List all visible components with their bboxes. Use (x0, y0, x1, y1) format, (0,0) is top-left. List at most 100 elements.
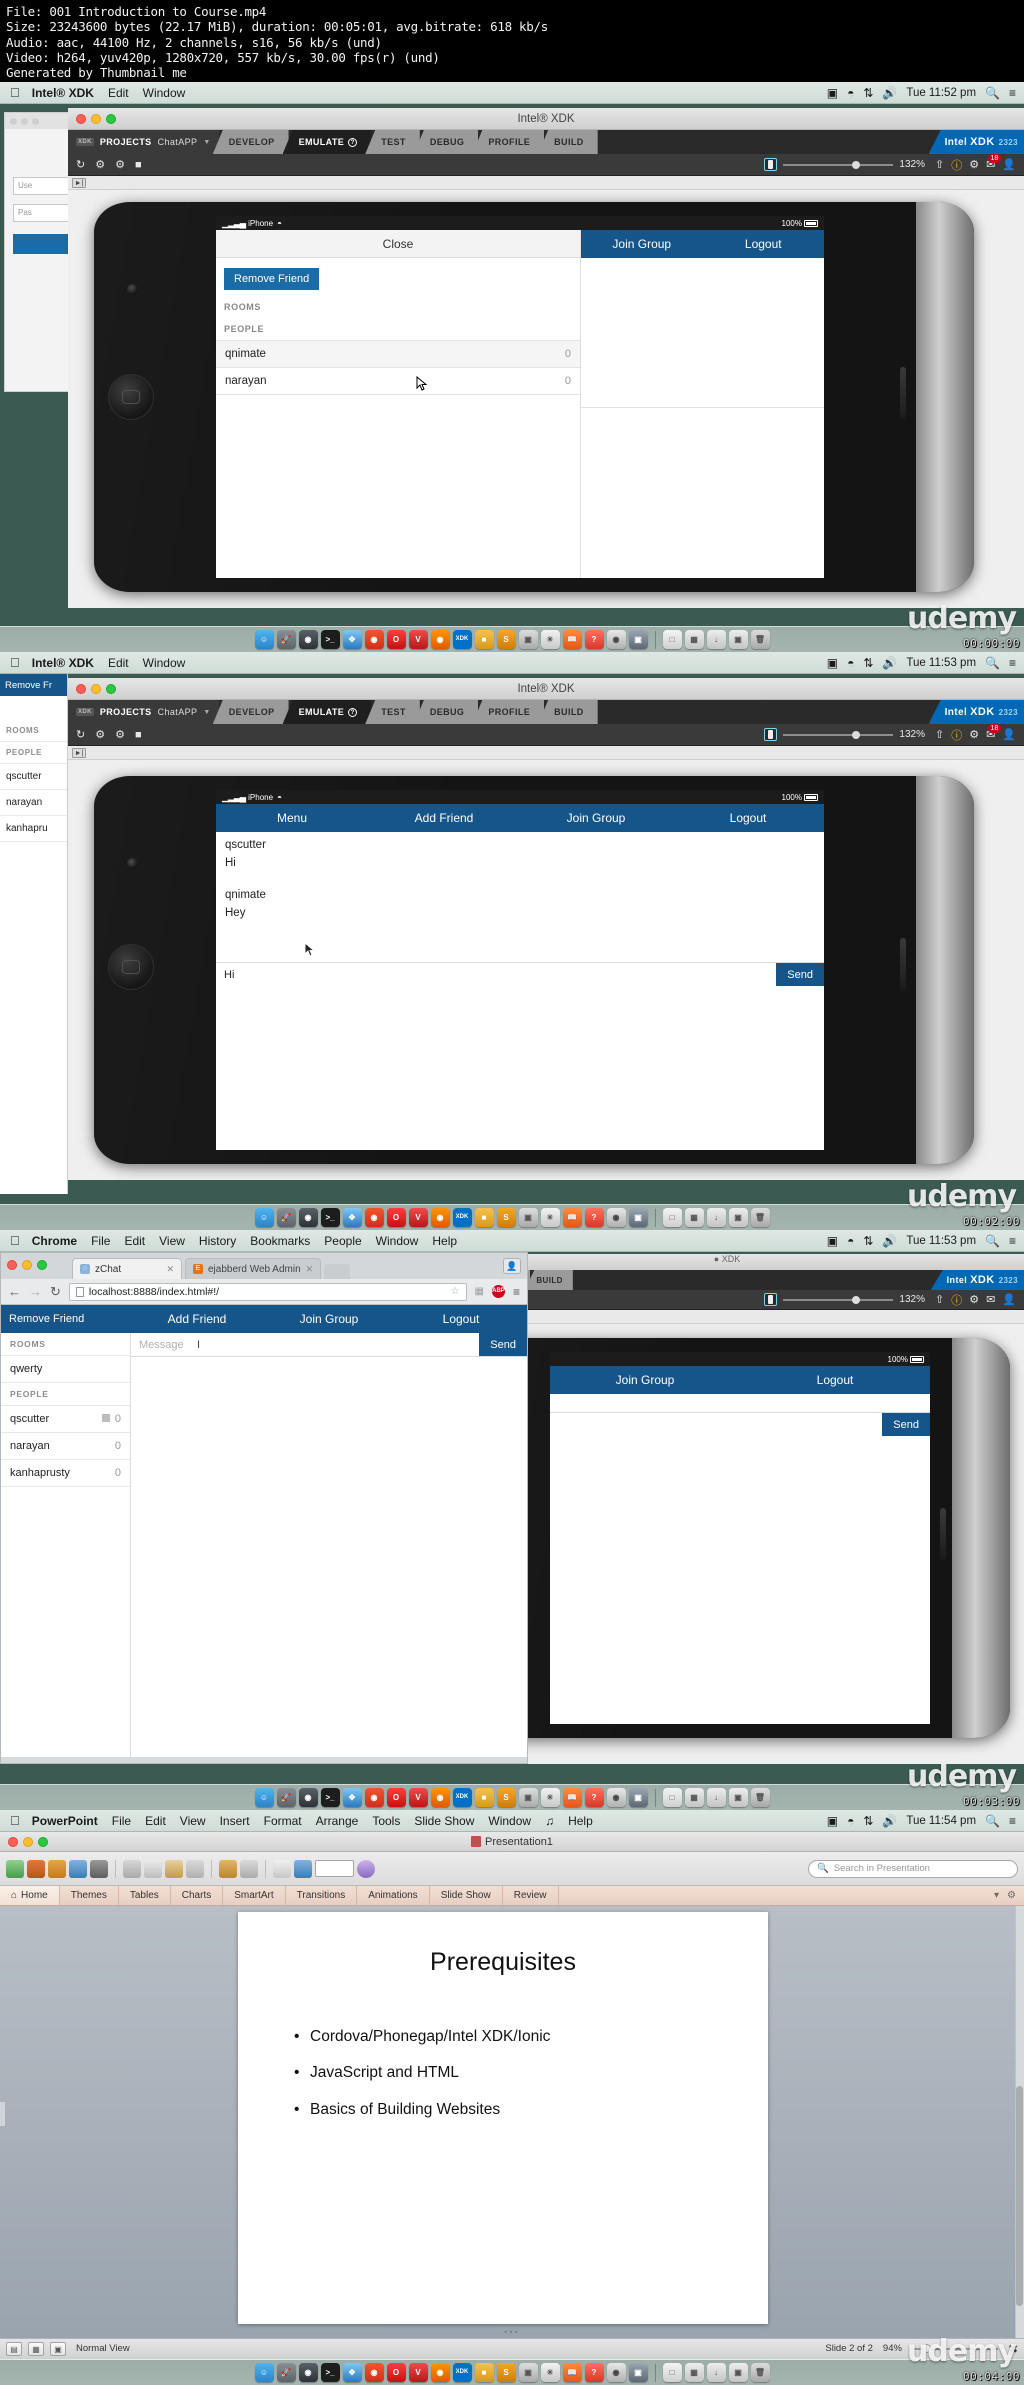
settings-icon[interactable]: ⚙ (95, 728, 105, 741)
minimize-window-icon[interactable] (22, 1260, 32, 1270)
mac-dock[interactable]: ☺ 🚀 ◉ >_ ✥ ◉ O V ◉ XDK ■ S ▣ ☀ 📖 ? ◉ ▣ □… (0, 2359, 1024, 2385)
help-icon[interactable]: ⓘ (951, 157, 962, 173)
powerpoint-toolbar[interactable]: 94% ▼ 🔍 Search in Presentation (0, 1852, 1024, 1886)
menubar-item-view[interactable]: View (180, 1814, 206, 1828)
xdk-titlebar[interactable]: Intel® XDK (68, 108, 1024, 130)
chevron-down-icon[interactable]: ▼ (203, 139, 210, 146)
terminal-icon[interactable]: >_ (320, 2363, 340, 2382)
intel-xdk-icon[interactable]: XDK (452, 630, 472, 649)
zoom-slider-knob[interactable] (851, 160, 860, 169)
finder-icon[interactable]: ☺ (254, 630, 274, 649)
desktop-icon[interactable]: ▣ (728, 630, 748, 649)
remove-friend-button[interactable]: Remove Friend (1, 1305, 131, 1333)
downloads-icon[interactable]: ↓ (706, 630, 726, 649)
nav-join-group[interactable]: Join Group (550, 1373, 740, 1387)
safari-icon[interactable]: ✥ (342, 1788, 362, 1807)
menubar-item-file[interactable]: File (91, 1234, 110, 1248)
vivaldi-icon[interactable]: V (408, 630, 428, 649)
nav-logout[interactable]: Logout (703, 237, 825, 251)
screen-icon[interactable]: ▣ (628, 1208, 648, 1227)
zoom-slider-knob[interactable] (851, 730, 860, 739)
help-icon[interactable]: ? (584, 2363, 604, 2382)
screen-record-icon[interactable]: ▣ (827, 656, 838, 670)
wifi-icon[interactable]: ◓ (847, 86, 854, 100)
finder-icon[interactable]: ☺ (254, 2363, 274, 2382)
menubar-clock[interactable]: Tue 11:53 pm (906, 657, 976, 669)
chrome-icon[interactable]: ◉ (364, 1788, 384, 1807)
redo-icon[interactable] (240, 1859, 258, 1878)
ribbon-tab-tables[interactable]: Tables (119, 1886, 171, 1905)
photos-icon[interactable]: ☀ (540, 2363, 560, 2382)
folder-stack-icon[interactable]: ▦ (684, 1208, 704, 1227)
folder-stack-icon[interactable]: ▦ (684, 1788, 704, 1807)
room-list-item[interactable]: qwerty (1, 1356, 130, 1383)
finder-icon[interactable]: ☺ (254, 1788, 274, 1807)
upload-icon[interactable]: ⇧ (935, 1293, 944, 1306)
screen-record-icon[interactable]: ▣ (827, 1814, 838, 1828)
nav-join-group[interactable]: Join Group (263, 1312, 395, 1326)
notifications-icon[interactable]: ✉ 18 (986, 154, 1002, 171)
mac-dock[interactable]: ☺ 🚀 ◉ >_ ✥ ◉ O V ◉ XDK ■ S ▣ ☀ 📖 ? ◉ ▣ □… (0, 1204, 1024, 1230)
menubar-item-help[interactable]: Help (568, 1814, 593, 1828)
menubar-item-app[interactable]: Intel® XDK (32, 86, 94, 100)
nav-menu[interactable]: Menu (216, 811, 368, 825)
zoom-control[interactable]: 132% (764, 728, 925, 741)
chevron-down-icon[interactable]: ▼ (203, 709, 210, 716)
safari-icon[interactable]: ✥ (342, 1208, 362, 1227)
close-tab-icon[interactable]: ✕ (306, 1264, 314, 1275)
slide-title[interactable]: Prerequisites (238, 1948, 768, 1977)
xdk-tab-build[interactable]: BUILD (538, 700, 598, 724)
user-icon[interactable]: 👤 (1002, 158, 1016, 171)
xdk-tabbar[interactable]: XDK PROJECTS ChatAPP ▼ DEVELOP EMULATE? … (68, 130, 1024, 154)
vertical-scrollbar[interactable] (1015, 1906, 1024, 2338)
slide-layout-icon[interactable] (294, 1859, 312, 1878)
ribbon-tab-home[interactable]: ⌂ Home (0, 1886, 60, 1905)
xdk-tab-develop[interactable]: DEVELOP (212, 130, 289, 154)
gear-icon[interactable]: ⚙ (969, 1293, 979, 1306)
menubar-item-edit[interactable]: Edit (124, 1234, 145, 1248)
search-icon[interactable]: 🔍 (985, 86, 1000, 100)
terminal-icon[interactable]: >_ (320, 1788, 340, 1807)
stop-icon[interactable]: ■ (135, 159, 142, 171)
xdk-tab-emulate[interactable]: EMULATE? (282, 130, 372, 154)
collapse-panel-icon[interactable]: ►| (72, 177, 86, 188)
photos-icon[interactable]: ☀ (540, 630, 560, 649)
message-composer[interactable]: Send (550, 1412, 930, 1436)
splitter-handle[interactable]: ••• (504, 2327, 519, 2337)
dropbox-icon[interactable]: ■ (474, 1788, 494, 1807)
preview-icon[interactable]: ▣ (518, 1208, 538, 1227)
document-icon[interactable]: □ (662, 630, 682, 649)
opera-icon[interactable]: O (386, 1208, 406, 1227)
screen-icon[interactable]: ▣ (628, 630, 648, 649)
menubar-item-tools[interactable]: Tools (372, 1814, 400, 1828)
xdk-tab-profile[interactable]: PROFILE (472, 700, 545, 724)
menubar-item-format[interactable]: Format (264, 1814, 302, 1828)
reload-icon[interactable]: ↻ (76, 728, 85, 741)
people-list-item[interactable]: narayan (0, 790, 67, 816)
firefox-icon[interactable]: ◉ (430, 1788, 450, 1807)
menubar-clock[interactable]: Tue 11:52 pm (906, 87, 976, 99)
help-icon[interactable]: ⓘ (951, 727, 962, 743)
send-button[interactable]: Send (479, 1333, 527, 1356)
apple-logo-icon[interactable]:  (10, 655, 20, 670)
menubar-item-arrange[interactable]: Arrange (316, 1814, 359, 1828)
presentation-search[interactable]: 🔍 Search in Presentation (808, 1859, 1018, 1878)
address-bar[interactable]: localhost:8888/index.html#!/ ☆ (68, 1282, 467, 1301)
intel-xdk-icon[interactable]: XDK (452, 1208, 472, 1227)
menubar-item-file[interactable]: File (112, 1814, 131, 1828)
sublime-icon[interactable]: S (496, 1208, 516, 1227)
help-icon[interactable] (356, 1859, 375, 1878)
headphones-icon[interactable]: ◉ (606, 630, 626, 649)
zoom-control[interactable]: 132% (764, 158, 925, 171)
mission-control-icon[interactable]: ◉ (298, 630, 318, 649)
chrome-icon[interactable]: ◉ (364, 630, 384, 649)
remove-friend-button[interactable]: Remove Fr (0, 674, 67, 696)
xdk-tab-test[interactable]: TEST (365, 700, 420, 724)
ribbon-tab-smartart[interactable]: SmartArt (223, 1886, 286, 1905)
search-icon[interactable]: 🔍 (985, 1814, 1000, 1828)
bookmark-star-icon[interactable]: ☆ (451, 1286, 460, 1297)
help-circle-icon[interactable]: ? (348, 707, 358, 717)
save-icon[interactable] (69, 1859, 87, 1878)
chrome-menu-icon[interactable]: ≡ (513, 1285, 520, 1299)
downloads-icon[interactable]: ↓ (706, 1788, 726, 1807)
